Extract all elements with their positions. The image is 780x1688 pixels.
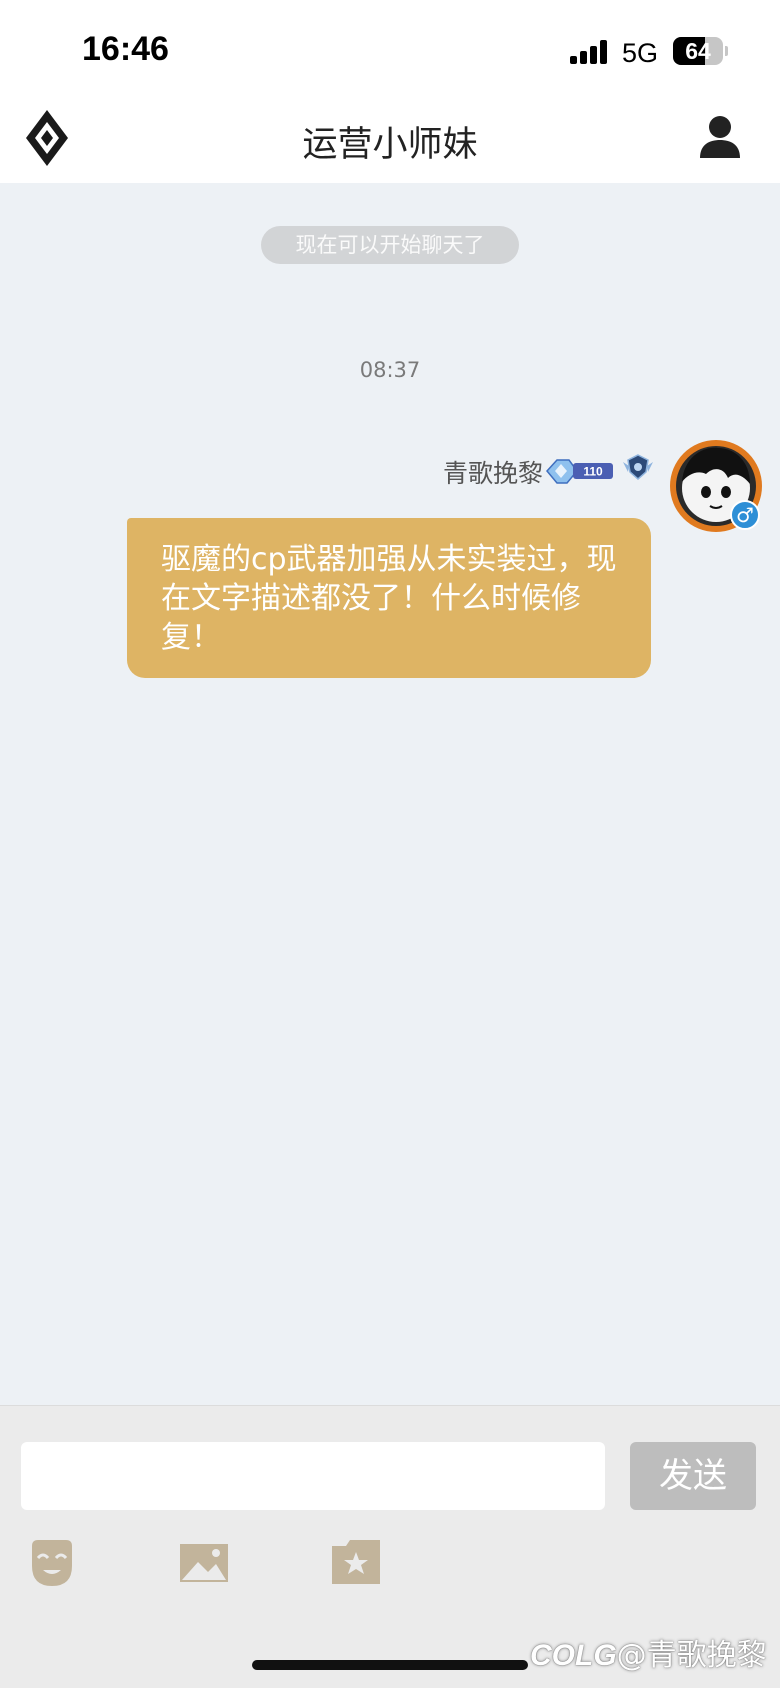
home-indicator[interactable] xyxy=(252,1660,528,1670)
sender-row: 青歌挽黎 110 xyxy=(380,450,655,490)
level-number: 110 xyxy=(583,465,603,479)
image-icon[interactable] xyxy=(178,1538,230,1588)
send-button[interactable]: 发送 xyxy=(630,1442,756,1510)
watermark: COLG@青歌挽黎 xyxy=(530,1630,767,1674)
network-type: 5G xyxy=(622,38,659,68)
page-title: 运营小师妹 xyxy=(302,125,478,165)
signal-strength-icon xyxy=(570,40,610,64)
male-gender-icon: ♂ xyxy=(730,500,760,530)
level-badge-icon: 110 xyxy=(546,459,613,484)
message-input[interactable] xyxy=(21,1442,605,1510)
status-time: 16:46 xyxy=(82,30,169,68)
person-icon[interactable] xyxy=(696,114,744,160)
watermark-brand: COLG xyxy=(530,1639,617,1672)
gift-icon[interactable] xyxy=(330,1538,382,1588)
status-bar: 16:46 5G 64 xyxy=(0,0,780,100)
system-notice: 现在可以开始聊天了 xyxy=(261,226,519,264)
emoji-icon[interactable] xyxy=(26,1538,78,1588)
battery-cap xyxy=(725,46,728,56)
rank-emblem-icon xyxy=(623,454,653,480)
battery-icon: 64 xyxy=(673,37,723,65)
sender-name[interactable]: 青歌挽黎 xyxy=(443,454,543,490)
message-bubble[interactable]: 驱魔的cp武器加强从未实装过，现在文字描述都没了！什么时候修复！ xyxy=(127,518,651,678)
message-timestamp: 08:37 xyxy=(359,358,421,382)
battery-level: 64 xyxy=(685,38,711,64)
nav-bar: 运营小师妹 xyxy=(0,100,780,183)
watermark-text: @青歌挽黎 xyxy=(616,1638,767,1673)
